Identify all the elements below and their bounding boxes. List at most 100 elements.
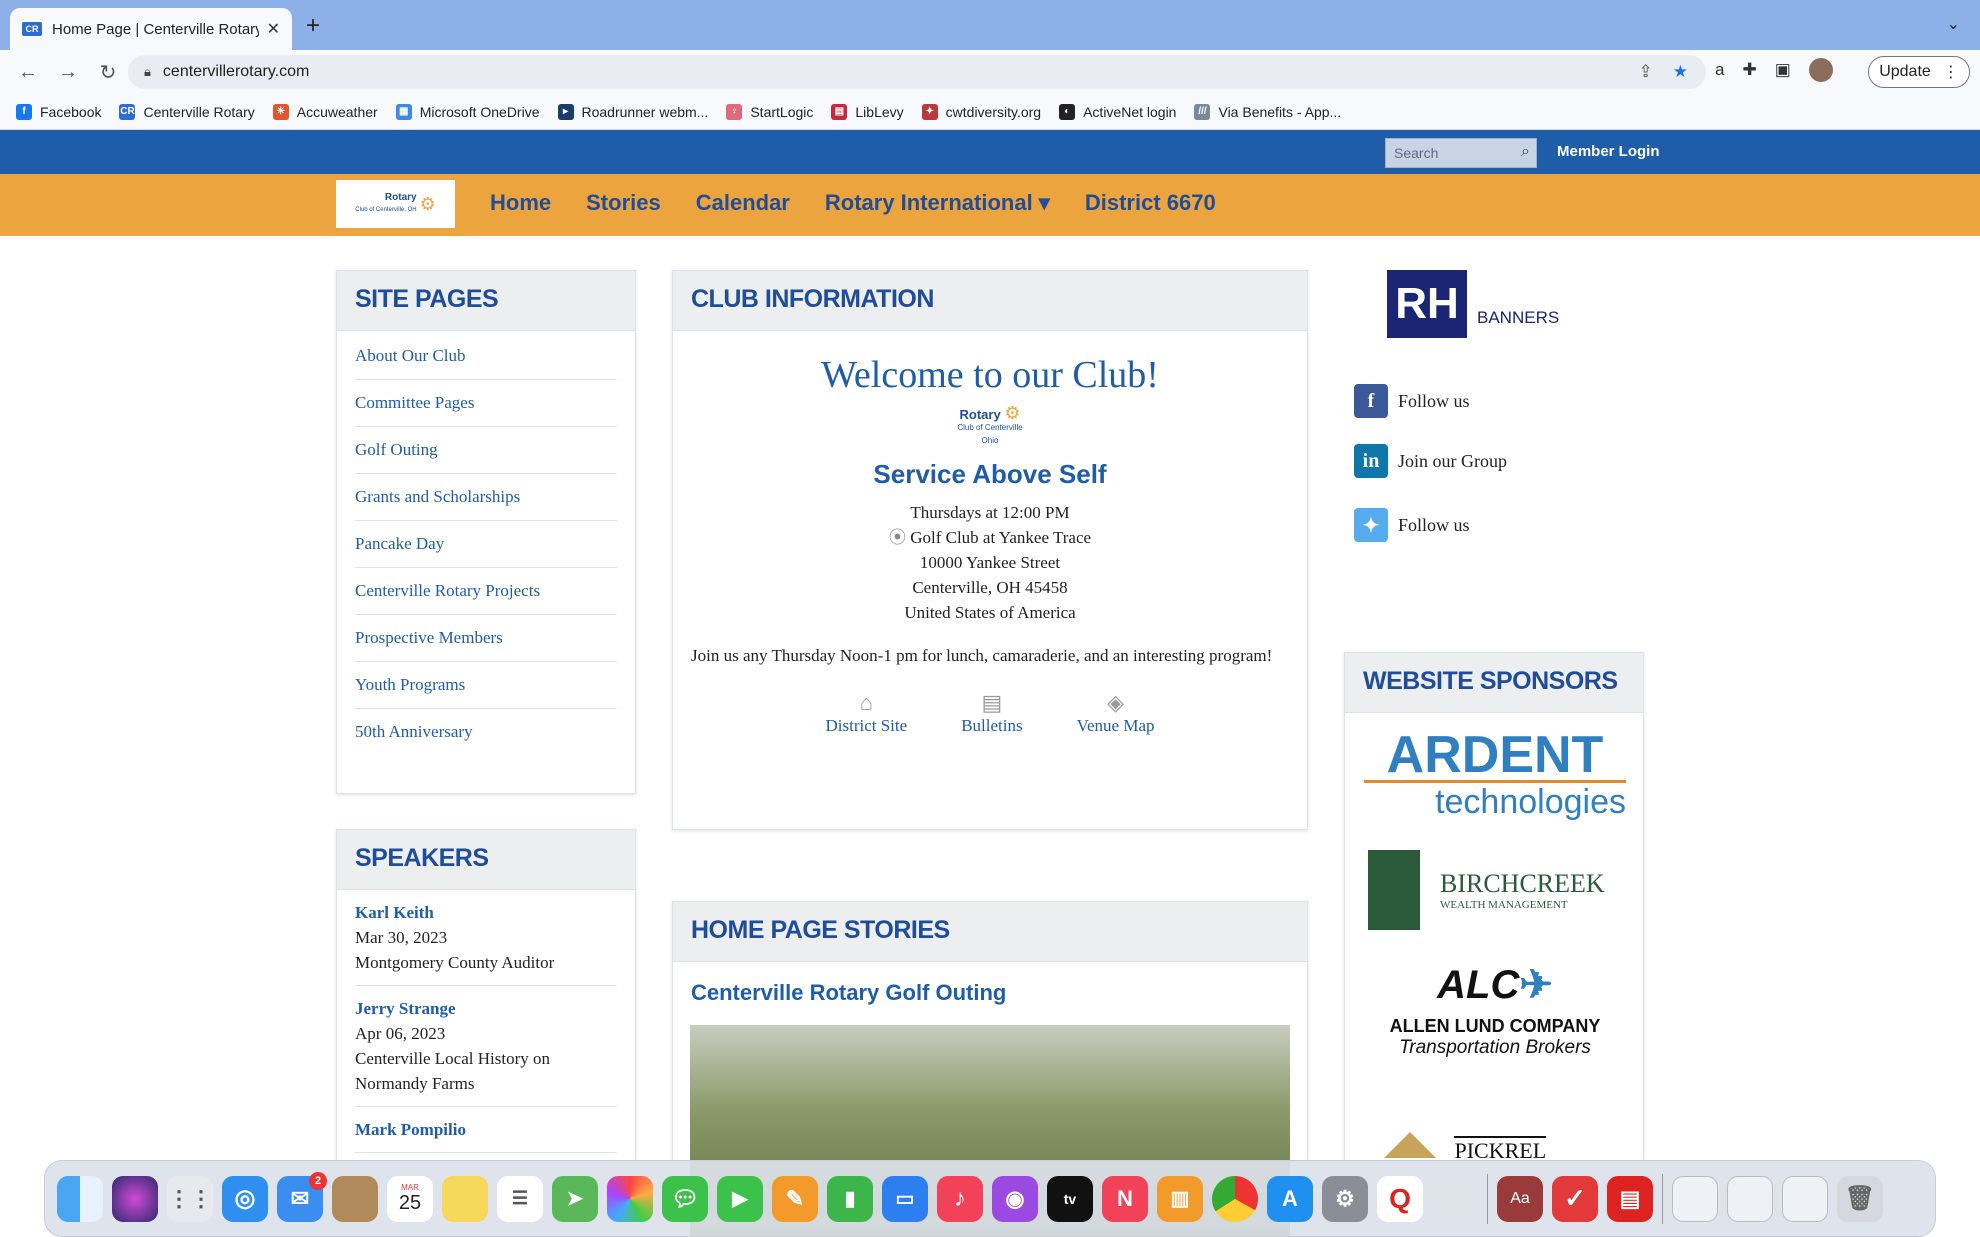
bookmark-label: Microsoft OneDrive xyxy=(419,103,540,120)
site-top-bar: Search ⌕ Member Login xyxy=(0,130,1980,174)
quicken-icon[interactable]: Q xyxy=(1377,1175,1423,1222)
club-link[interactable]: ▤ Bulletins xyxy=(961,690,1022,736)
site-page-link[interactable]: Committee Pages xyxy=(355,380,617,427)
siri-icon[interactable] xyxy=(112,1175,158,1222)
bookmark-favicon-icon: ▤ xyxy=(831,103,848,120)
window-thumbnail-icon[interactable] xyxy=(1782,1175,1828,1222)
url-text: centervillerotary.com xyxy=(162,63,310,80)
site-page-link[interactable]: Pancake Day xyxy=(355,521,617,568)
social-link[interactable]: in Join our Group xyxy=(1354,444,1507,478)
welcome-heading: Welcome to our Club! xyxy=(821,354,1159,396)
site-search-input[interactable]: Search ⌕ xyxy=(1385,138,1537,168)
site-page-link[interactable]: 50th Anniversary xyxy=(355,709,617,755)
calendar-icon[interactable]: MAR 25 xyxy=(387,1175,433,1222)
photos-icon[interactable] xyxy=(607,1175,653,1222)
finder-icon[interactable] xyxy=(57,1175,103,1222)
bookmark-star-icon[interactable]: ★ xyxy=(1673,62,1688,82)
story-title-link[interactable]: Centerville Rotary Golf Outing xyxy=(691,980,1289,1006)
club-link[interactable]: ⌂ District Site xyxy=(825,690,907,736)
club-description: Join us any Thursday Noon-1 pm for lunch… xyxy=(691,646,1273,665)
tab-close-icon[interactable]: ✕ xyxy=(267,19,280,39)
nav-link[interactable]: Calendar xyxy=(696,190,790,216)
address-bar[interactable]: 🔒︎ centervillerotary.com ⇪ ★ xyxy=(128,55,1706,89)
chrome-icon[interactable] xyxy=(1212,1175,1258,1222)
bookmarks-bar: f Facebook CR Centerville Rotary ☀ Accuweathe… xyxy=(0,94,1980,130)
sponsor-birchcreek[interactable]: BIRCHCREEK WEALTH MANAGEMENT xyxy=(1364,850,1626,930)
dictionary-icon[interactable]: Aa xyxy=(1497,1175,1543,1222)
maps-icon[interactable]: ➤ xyxy=(552,1175,598,1222)
books-icon[interactable]: ▥ xyxy=(1157,1175,1203,1222)
club-link[interactable]: ◈ Venue Map xyxy=(1077,690,1155,736)
speaker-name-link[interactable]: Jerry Strange xyxy=(355,996,617,1021)
trash-icon[interactable]: 🗑︎ xyxy=(1837,1175,1883,1222)
bookmark-item[interactable]: ♀ StartLogic xyxy=(726,103,813,120)
numbers-icon[interactable]: ▮ xyxy=(827,1175,873,1222)
podcasts-icon[interactable]: ◉ xyxy=(992,1175,1038,1222)
messages-icon[interactable]: 💬︎ xyxy=(662,1175,708,1222)
bookmark-item[interactable]: /// Via Benefits - App... xyxy=(1194,103,1341,120)
nav-link[interactable]: Home xyxy=(490,190,551,216)
bookmark-item[interactable]: f Facebook xyxy=(16,103,101,120)
back-icon[interactable]: ← xyxy=(16,61,40,84)
new-tab-button[interactable]: + xyxy=(306,12,320,40)
forward-icon[interactable]: → xyxy=(56,61,80,84)
sponsor-ardent[interactable]: ARDENT technologies xyxy=(1364,729,1626,819)
bookmark-item[interactable]: ✦ cwtdiversity.org xyxy=(921,103,1041,120)
site-page-link[interactable]: Grants and Scholarships xyxy=(355,474,617,521)
site-page-link[interactable]: About Our Club xyxy=(355,333,617,380)
extensions-puzzle-icon[interactable]: ✚ xyxy=(1742,60,1756,80)
main-nav: Home Stories Calendar Rotary International … xyxy=(490,190,1216,216)
site-page-link[interactable]: Prospective Members xyxy=(355,615,617,662)
browser-tab[interactable]: CR Home Page | Centerville Rotary ✕ xyxy=(10,8,292,50)
mail-icon[interactable]: ✉ 2 xyxy=(277,1171,327,1222)
reload-icon[interactable]: ↻ xyxy=(96,60,120,85)
amazon-extension-icon[interactable]: a xyxy=(1715,60,1724,80)
contacts-icon[interactable] xyxy=(332,1175,378,1222)
document-stack-icon[interactable] xyxy=(1672,1175,1718,1222)
nav-link[interactable]: Rotary International ▾ xyxy=(825,190,1050,216)
facetime-icon[interactable]: ▶ xyxy=(717,1175,763,1222)
site-page-link[interactable]: Youth Programs xyxy=(355,662,617,709)
music-icon[interactable]: ♪ xyxy=(937,1175,983,1222)
safari-icon[interactable]: ◎ xyxy=(222,1175,268,1222)
sponsor-allen-lund[interactable]: ALC✈ ALLEN LUND COMPANY Transportation B… xyxy=(1364,962,1626,1059)
wunderlist-icon[interactable]: ▤ xyxy=(1607,1175,1653,1222)
side-panel-icon[interactable]: ▣ xyxy=(1775,60,1791,80)
preview-icon[interactable] xyxy=(1432,1175,1478,1222)
news-icon[interactable]: N xyxy=(1102,1175,1148,1222)
bookmark-item[interactable]: ▦ Microsoft OneDrive xyxy=(395,103,540,120)
bookmark-item[interactable]: ☀ Accuweather xyxy=(272,103,378,120)
speaker-name-link[interactable]: Karl Keith xyxy=(355,900,617,925)
update-button[interactable]: Update ⋮ xyxy=(1868,56,1970,88)
site-page-link[interactable]: Golf Outing xyxy=(355,427,617,474)
member-login-link[interactable]: Member Login xyxy=(1557,143,1660,160)
nav-link[interactable]: Stories xyxy=(586,190,661,216)
share-icon[interactable]: ⇪ xyxy=(1639,62,1653,82)
apple-tv-icon[interactable]: tv xyxy=(1047,1175,1093,1222)
pages-icon[interactable]: ✎ xyxy=(772,1175,818,1222)
notes-icon[interactable] xyxy=(442,1175,488,1222)
window-thumbnail-icon[interactable] xyxy=(1727,1175,1773,1222)
social-link[interactable]: ✦ Follow us xyxy=(1354,508,1470,542)
tab-list-chevron-icon[interactable]: ⌄ xyxy=(1947,14,1960,34)
social-link[interactable]: f Follow us xyxy=(1354,384,1470,418)
home-icon: ⌂ xyxy=(859,690,873,715)
todo-check-icon[interactable]: ✓ xyxy=(1552,1175,1598,1222)
keynote-icon[interactable]: ▭ xyxy=(882,1175,928,1222)
reminders-icon[interactable]: ☰ xyxy=(497,1175,543,1222)
launchpad-icon[interactable]: ⋮⋮ xyxy=(167,1175,213,1222)
speaker-name-link[interactable]: Mark Pompilio xyxy=(355,1117,617,1142)
app-store-icon[interactable]: A xyxy=(1267,1175,1313,1222)
bookmark-item[interactable]: CR Centerville Rotary xyxy=(119,103,255,120)
site-page-link[interactable]: Centerville Rotary Projects xyxy=(355,568,617,615)
club-link-label: Venue Map xyxy=(1076,716,1155,735)
banners-logo[interactable]: RH BANNERS xyxy=(1387,270,1593,338)
rotary-logo[interactable]: Rotary Club of Centerville, OH ⚙ xyxy=(336,180,455,228)
bookmark-item[interactable]: ▤ LibLevy xyxy=(831,103,904,120)
nav-link[interactable]: District 6670 xyxy=(1085,190,1216,216)
search-icon[interactable]: ⌕ xyxy=(1521,143,1530,161)
system-preferences-icon[interactable]: ⚙ xyxy=(1322,1175,1368,1222)
bookmark-item[interactable]: ◐ ActiveNet login xyxy=(1059,103,1176,120)
bookmark-item[interactable]: ▸ Roadrunner webm... xyxy=(557,103,708,120)
profile-avatar[interactable] xyxy=(1808,58,1833,82)
